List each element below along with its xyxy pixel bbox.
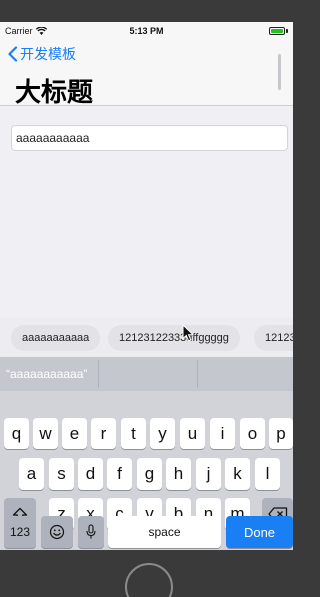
prediction-item[interactable]: “aaaaaaaaaaa”	[0, 357, 98, 391]
battery-fill	[271, 29, 283, 33]
key-s[interactable]: s	[49, 458, 74, 490]
key-g[interactable]: g	[137, 458, 162, 490]
key-i[interactable]: i	[210, 418, 235, 449]
mouse-pointer-icon	[182, 324, 195, 342]
back-label: 开发模板	[20, 46, 76, 62]
emoji-icon	[49, 524, 65, 540]
text-input[interactable]	[11, 125, 288, 151]
device-screen: Carrier 5:13 PM 开发模板 大标题 aaaaaaaaaaa 121…	[0, 22, 293, 550]
status-bar: Carrier 5:13 PM	[0, 22, 293, 40]
key-r[interactable]: r	[91, 418, 116, 449]
key-d[interactable]: d	[78, 458, 103, 490]
key-k[interactable]: k	[225, 458, 250, 490]
microphone-icon	[86, 524, 96, 539]
key-h[interactable]: h	[166, 458, 191, 490]
suggestion-chip[interactable]: 121231	[254, 325, 293, 351]
prediction-item-empty[interactable]	[198, 357, 293, 391]
key-f[interactable]: f	[107, 458, 132, 490]
key-o[interactable]: o	[240, 418, 265, 449]
mic-key[interactable]	[78, 516, 104, 548]
suggestion-chip[interactable]: aaaaaaaaaaa	[11, 325, 101, 351]
navigation-bar: 开发模板 大标题	[0, 40, 293, 107]
key-a[interactable]: a	[19, 458, 44, 490]
key-t[interactable]: t	[121, 418, 146, 449]
battery-icon	[269, 27, 285, 35]
numbers-key[interactable]: 123	[4, 516, 36, 548]
key-l[interactable]: l	[255, 458, 280, 490]
back-button[interactable]: 开发模板	[7, 44, 76, 64]
battery-tip	[286, 29, 288, 33]
suggestion-chip[interactable]: 12123122333dffggggg	[108, 325, 240, 351]
space-key[interactable]: space	[108, 516, 221, 548]
suggestion-chips: aaaaaaaaaaa 12123122333dffggggg 121231	[0, 317, 293, 357]
clock: 5:13 PM	[129, 26, 164, 36]
prediction-bar: “aaaaaaaaaaa”	[0, 357, 293, 391]
key-u[interactable]: u	[180, 418, 205, 449]
done-key[interactable]: Done	[226, 516, 293, 548]
page-title: 大标题	[15, 77, 94, 107]
key-j[interactable]: j	[196, 458, 221, 490]
device-top-bezel	[0, 0, 293, 22]
content-area	[0, 107, 293, 317]
prediction-item-empty[interactable]	[99, 357, 197, 391]
key-y[interactable]: y	[150, 418, 175, 449]
emoji-key[interactable]	[41, 516, 73, 548]
key-e[interactable]: e	[62, 418, 87, 449]
scroll-indicator[interactable]	[278, 54, 281, 90]
key-q[interactable]: q	[4, 418, 29, 449]
chevron-left-icon	[8, 46, 18, 62]
key-p[interactable]: p	[269, 418, 293, 449]
key-w[interactable]: w	[33, 418, 58, 449]
